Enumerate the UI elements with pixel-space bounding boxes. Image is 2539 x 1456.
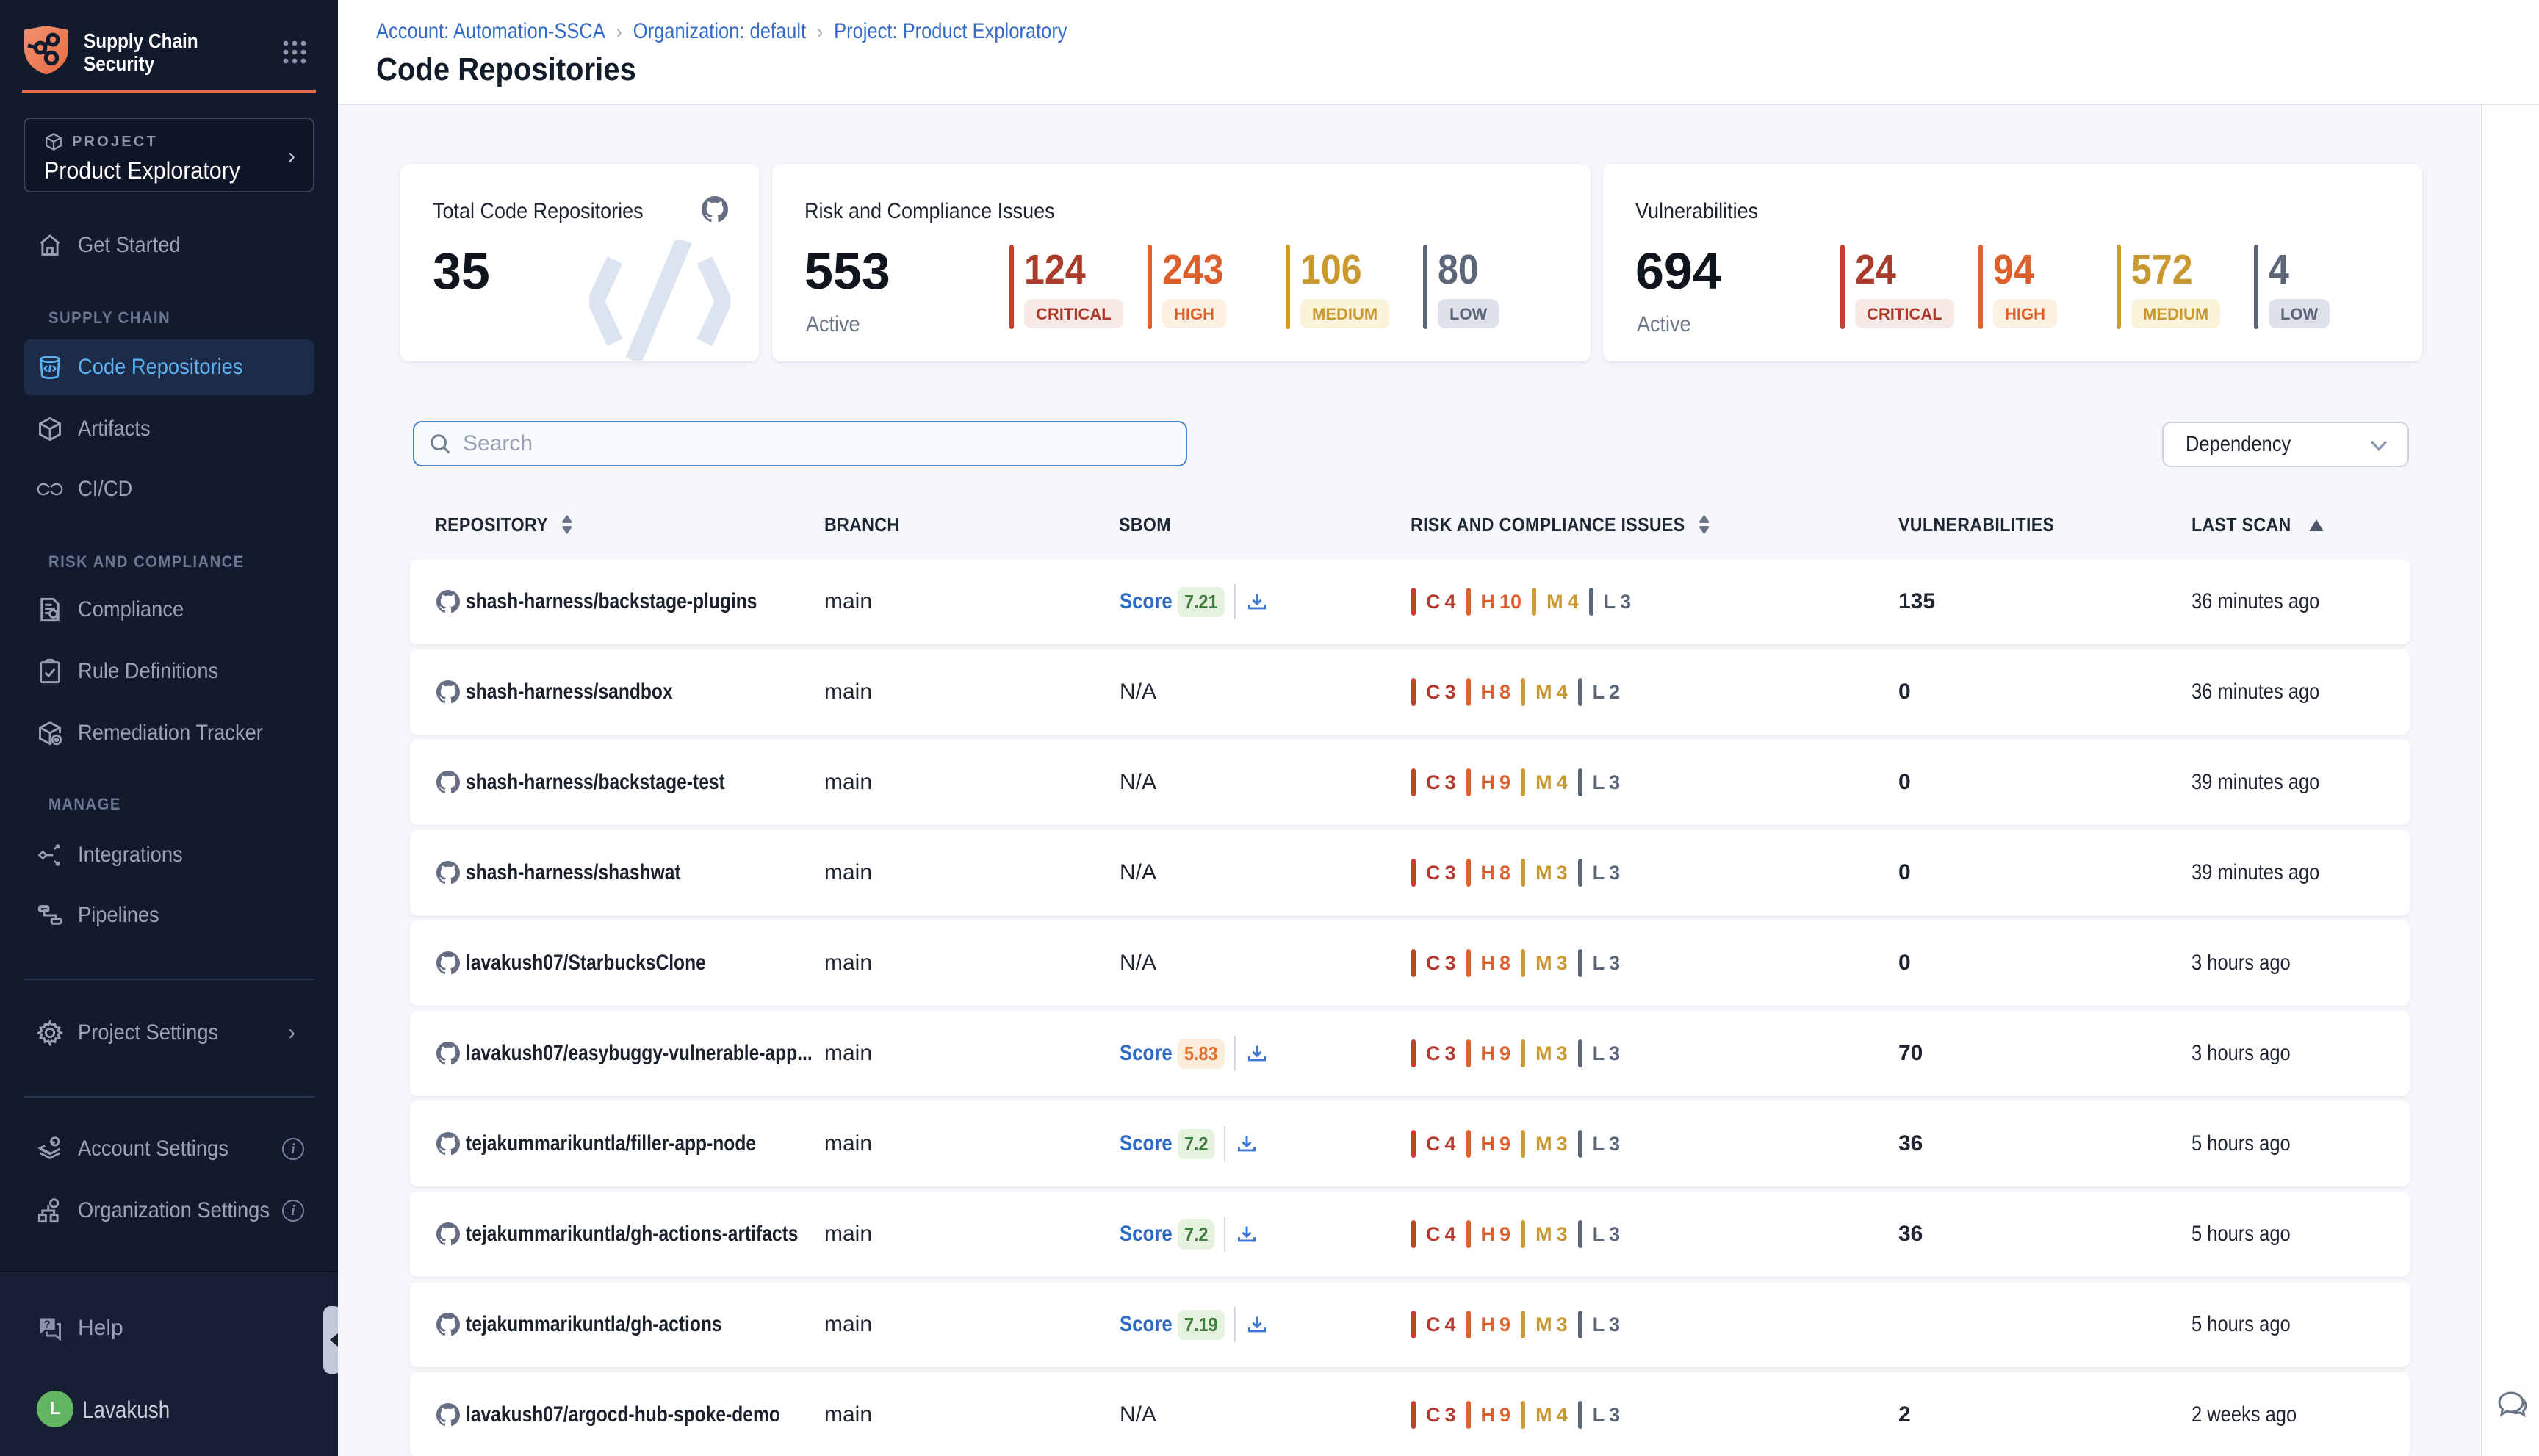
svg-text:?: ? [44,1319,51,1331]
